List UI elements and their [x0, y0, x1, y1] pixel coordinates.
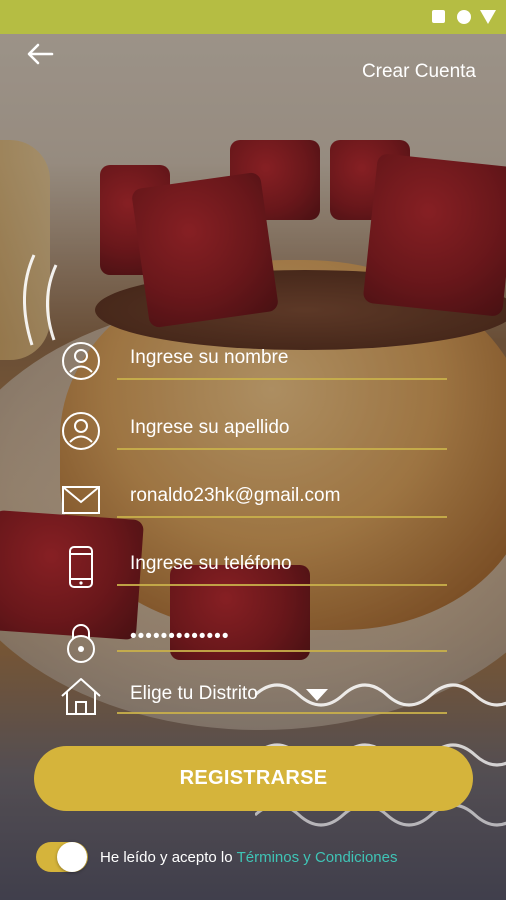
field-underline [117, 650, 447, 652]
field-underline [117, 448, 447, 450]
signal-triangle-icon [480, 10, 496, 24]
nombre-input[interactable]: Ingrese su nombre [130, 347, 288, 369]
apellido-input[interactable]: Ingrese su apellido [130, 417, 290, 439]
back-arrow-icon[interactable] [26, 42, 54, 66]
home-icon [61, 678, 101, 715]
nombre-field[interactable]: Ingrese su nombre [55, 336, 447, 386]
mobile-phone-icon [69, 546, 93, 588]
decorative-curve [23, 254, 58, 346]
page-title: Crear Cuenta [361, 61, 476, 82]
register-button[interactable]: REGISTRARSE [34, 746, 473, 811]
field-underline [117, 378, 447, 380]
terms-toggle[interactable] [36, 842, 88, 872]
password-input[interactable]: ••••••••••••• [130, 626, 229, 648]
chevron-down-icon[interactable] [305, 688, 329, 702]
circle-icon [457, 10, 471, 24]
field-underline [117, 516, 447, 518]
field-underline [117, 712, 447, 714]
envelope-icon [62, 486, 100, 514]
field-underline [117, 584, 447, 586]
email-field[interactable]: ronaldo23hk@gmail.com [55, 474, 447, 524]
user-circle-icon [62, 412, 100, 450]
distrito-field[interactable]: Elige tu Distrito [55, 674, 447, 724]
terms-row: He leído y acepto lo Términos y Condicio… [36, 840, 398, 874]
email-input[interactable]: ronaldo23hk@gmail.com [130, 485, 340, 507]
password-field[interactable]: ••••••••••••• [55, 618, 447, 668]
terms-text: He leído y acepto lo [100, 848, 233, 866]
padlock-icon [67, 624, 95, 663]
telefono-field[interactable]: Ingrese su teléfono [55, 542, 447, 592]
distrito-select[interactable]: Elige tu Distrito [130, 683, 258, 705]
status-bar [0, 0, 506, 34]
apellido-field[interactable]: Ingrese su apellido [55, 406, 447, 456]
terms-link[interactable]: Términos y Condiciones [237, 849, 398, 866]
square-icon [432, 10, 445, 23]
user-circle-icon [62, 342, 100, 380]
telefono-input[interactable]: Ingrese su teléfono [130, 553, 292, 575]
